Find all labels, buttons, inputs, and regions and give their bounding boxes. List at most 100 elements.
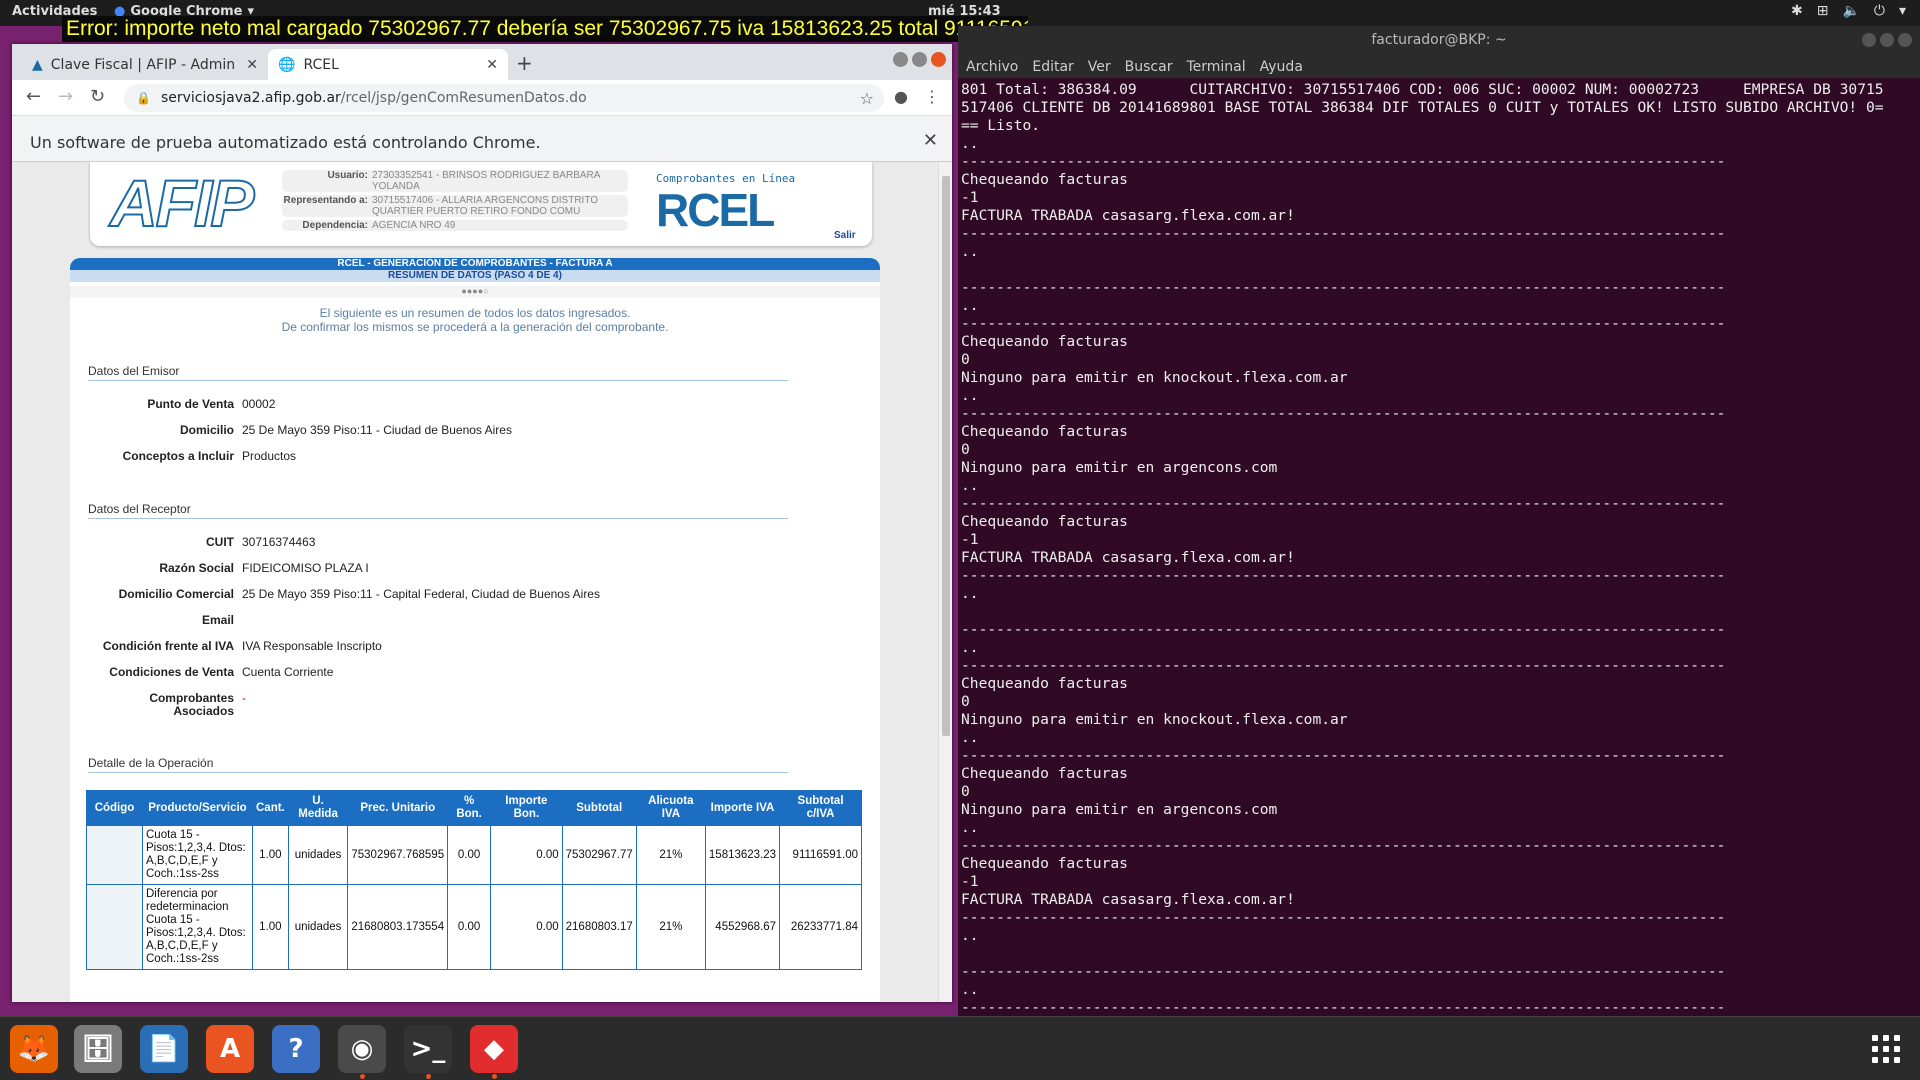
maximize-icon[interactable] xyxy=(912,52,927,67)
volume-icon[interactable]: 🔈 xyxy=(1842,3,1859,19)
terminal-line: ----------------------------------------… xyxy=(961,999,1726,1016)
maximize-icon[interactable] xyxy=(1880,33,1894,47)
star-icon[interactable]: ☆ xyxy=(860,89,874,108)
close-icon[interactable] xyxy=(931,52,946,67)
col-producto: Producto/Servicio xyxy=(142,790,253,826)
terminal-line: ----------------------------------------… xyxy=(961,225,1726,242)
running-indicator xyxy=(426,1074,431,1079)
menu-archivo[interactable]: Archivo xyxy=(966,59,1018,75)
running-indicator xyxy=(492,1074,497,1079)
terminal-line: .. xyxy=(961,135,979,152)
close-tab-icon[interactable]: ✕ xyxy=(486,57,498,73)
back-icon[interactable]: ← xyxy=(26,86,41,107)
system-tray[interactable]: ✱ ⊞ 🔈 ⏻ ▾ xyxy=(1791,3,1906,19)
section-receptor: Datos del Receptor xyxy=(88,502,788,519)
profile-icon[interactable]: ● xyxy=(894,87,908,106)
menu-editar[interactable]: Editar xyxy=(1032,59,1073,75)
minimize-icon[interactable] xyxy=(1862,33,1876,47)
field-comprobantes-asociados: Comprobantes Asociados - xyxy=(149,691,246,718)
page-subtitle: RESUMEN DE DATOS (PASO 4 DE 4) xyxy=(70,270,880,282)
field-cuit: CUIT 30716374463 xyxy=(206,535,316,549)
terminal-line: ----------------------------------------… xyxy=(961,747,1726,764)
salir-link[interactable]: Salir xyxy=(834,230,856,241)
chrome-window: ▲ Clave Fiscal | AFIP - Admin ✕ 🌐 RCEL ✕… xyxy=(12,44,952,1002)
help-icon[interactable]: ? xyxy=(272,1025,320,1073)
lock-icon[interactable]: 🔒 xyxy=(136,91,151,105)
table-row: Diferencia por redeterminacion Cuota 15 … xyxy=(86,884,862,970)
table-header-row: Código Producto/Servicio Cant. U. Medida… xyxy=(86,790,862,826)
tab-clave-fiscal[interactable]: ▲ Clave Fiscal | AFIP - Admin ✕ xyxy=(22,49,268,80)
forward-icon[interactable]: → xyxy=(58,86,73,107)
anydesk-icon[interactable]: ◆ xyxy=(470,1025,518,1079)
bluetooth-icon[interactable]: ✱ xyxy=(1791,3,1803,19)
terminal-line: Chequeando facturas xyxy=(961,333,1128,350)
chrome-icon[interactable]: ◉ xyxy=(338,1025,386,1079)
terminal-line: 801 Total: 386384.09 CUITARCHIVO: 307155… xyxy=(961,81,1884,98)
terminal-titlebar: facturador@BKP: ~ xyxy=(958,26,1920,54)
terminal-icon[interactable]: >_ xyxy=(404,1025,452,1079)
power-icon[interactable]: ⏻ xyxy=(1874,3,1885,19)
terminal-line: ----------------------------------------… xyxy=(961,963,1726,980)
software-icon[interactable]: A xyxy=(206,1025,254,1073)
terminal-line: Ninguno para emitir en knockout.flexa.co… xyxy=(961,711,1348,728)
network-icon[interactable]: ⊞ xyxy=(1817,3,1829,19)
menu-ver[interactable]: Ver xyxy=(1088,59,1111,75)
field-punto-venta: Punto de Venta 00002 xyxy=(147,397,276,411)
chevron-down-icon[interactable]: ▾ xyxy=(1899,3,1906,19)
col-subtotal: Subtotal xyxy=(561,790,637,826)
tab-strip: ▲ Clave Fiscal | AFIP - Admin ✕ 🌐 RCEL ✕… xyxy=(12,44,952,80)
menu-buscar[interactable]: Buscar xyxy=(1125,59,1173,75)
close-infobar-icon[interactable]: ✕ xyxy=(923,130,938,151)
terminal-line: .. xyxy=(961,981,979,998)
terminal-line: ----------------------------------------… xyxy=(961,405,1726,422)
terminal-line: .. xyxy=(961,477,979,494)
field-condicion-iva: Condición frente al IVA IVA Responsable I… xyxy=(102,639,382,653)
col-alicuota: Alicuota IVA xyxy=(635,790,706,826)
menu-terminal[interactable]: Terminal xyxy=(1186,59,1245,75)
page-scrollbar[interactable] xyxy=(938,162,952,1002)
terminal-line: 0 xyxy=(961,783,970,800)
terminal-line: 517406 CLIENTE DB 20141689801 BASE TOTAL… xyxy=(961,99,1884,116)
col-umedida: U. Medida xyxy=(287,790,349,826)
terminal-line: ----------------------------------------… xyxy=(961,495,1726,512)
tab-rcel[interactable]: 🌐 RCEL ✕ xyxy=(268,49,508,80)
new-tab-icon[interactable]: + xyxy=(516,51,533,75)
globe-favicon-icon: 🌐 xyxy=(278,56,296,73)
afip-header: AFIP Usuario: 27303352541 - BRINSOS RODRI… xyxy=(90,162,872,246)
minimize-icon[interactable] xyxy=(893,52,908,67)
address-bar[interactable]: 🔒 serviciosjava2.afip.gob.ar/rcel/jsp/ge… xyxy=(124,84,884,112)
reload-icon[interactable]: ↻ xyxy=(90,86,105,107)
terminal-output[interactable]: 801 Total: 386384.09 CUITARCHIVO: 307155… xyxy=(961,81,1911,1017)
section-emisor: Datos del Emisor xyxy=(88,364,788,381)
detalle-table: Código Producto/Servicio Cant. U. Medida… xyxy=(86,790,862,970)
firefox-icon[interactable]: 🦊 xyxy=(10,1025,58,1073)
menu-icon[interactable]: ⋮ xyxy=(924,87,940,106)
afip-logo: AFIP xyxy=(109,166,255,240)
running-indicator xyxy=(360,1074,365,1079)
writer-icon[interactable]: 📄 xyxy=(140,1025,188,1073)
terminal-line: Ninguno para emitir en argencons.com xyxy=(961,801,1278,818)
close-icon[interactable] xyxy=(1898,33,1912,47)
terminal-line: -1 xyxy=(961,873,979,890)
field-domicilio: Domicilio 25 De Mayo 359 Piso:11 - Ciudad… xyxy=(179,423,512,437)
col-importe-iva: Importe IVA xyxy=(704,790,781,826)
menu-ayuda[interactable]: Ayuda xyxy=(1260,59,1303,75)
section-detalle: Detalle de la Operación xyxy=(88,756,788,773)
terminal-line: .. xyxy=(961,819,979,836)
terminal-line: ----------------------------------------… xyxy=(961,657,1726,674)
scrollbar-thumb[interactable] xyxy=(942,176,950,736)
show-apps-icon[interactable] xyxy=(1872,1035,1900,1063)
error-overlay: Error: importe neto mal cargado 75302967… xyxy=(62,16,1028,42)
close-tab-icon[interactable]: ✕ xyxy=(246,57,258,73)
terminal-line: .. xyxy=(961,585,979,602)
terminal-line: Chequeando facturas xyxy=(961,675,1128,692)
dock: 🦊 🗄 📄 A? ◉ >_ ◆ xyxy=(0,1016,1920,1080)
terminal-line: ----------------------------------------… xyxy=(961,837,1726,854)
terminal-line: == Listo. xyxy=(961,117,1041,134)
col-prec-unitario: Prec. Unitario xyxy=(347,790,449,826)
field-condiciones-venta: Condiciones de Venta Cuenta Corriente xyxy=(109,665,334,679)
files-icon[interactable]: 🗄 xyxy=(74,1025,122,1073)
terminal-line: .. xyxy=(961,297,979,314)
